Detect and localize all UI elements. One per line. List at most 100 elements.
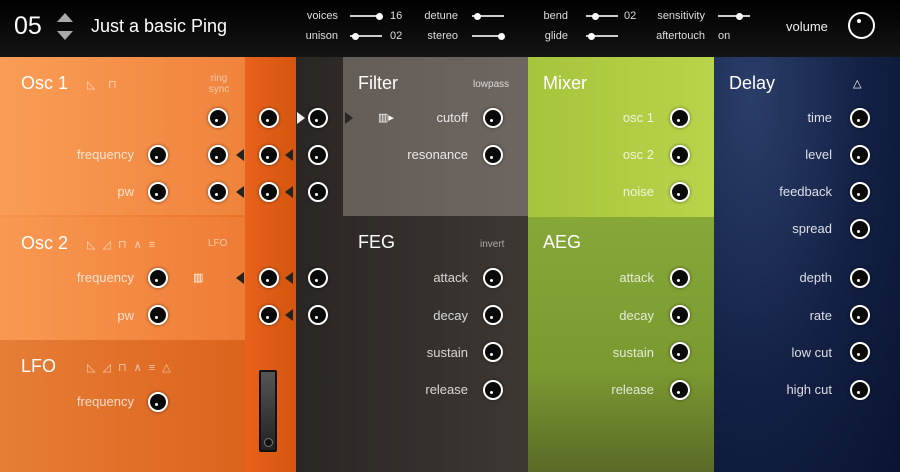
param-stereo-slider[interactable] xyxy=(472,32,505,40)
feg-attack-label: attack xyxy=(433,270,468,285)
param-aftertouch-label: aftertouch xyxy=(656,30,705,42)
mixer-title: Mixer xyxy=(543,73,587,93)
delay-level-knob[interactable] xyxy=(850,145,870,165)
mixer-osc1-knob[interactable] xyxy=(670,108,690,128)
delay-sync-icon[interactable]: △ xyxy=(853,77,863,90)
feg-invert-label[interactable]: invert xyxy=(480,239,504,250)
param-unison-slider[interactable] xyxy=(350,32,382,40)
delay-depth-label: depth xyxy=(799,270,832,285)
filter-mod-3-knob[interactable] xyxy=(308,182,328,202)
volume-knob[interactable] xyxy=(848,12,875,39)
preset-down-icon[interactable] xyxy=(57,31,73,40)
filter-mode-label[interactable]: lowpass xyxy=(473,79,509,90)
delay-rate-label: rate xyxy=(809,308,832,323)
feg-release-knob[interactable] xyxy=(483,380,503,400)
osc2-pw-knob[interactable] xyxy=(148,305,168,325)
param-voices-label: voices xyxy=(306,10,338,22)
feg-release-label: release xyxy=(425,382,468,397)
osc1-mod-pw-a-knob[interactable] xyxy=(208,182,228,202)
param-bend-value: 02 xyxy=(624,10,637,22)
osc1-sync-knob[interactable] xyxy=(259,108,279,128)
param-aftertouch-value[interactable]: on xyxy=(718,30,730,42)
aeg-release-knob[interactable] xyxy=(670,380,690,400)
osc2-lfo-label[interactable]: LFO xyxy=(208,238,227,249)
osc2-mod-pw-b-knob[interactable] xyxy=(308,305,328,325)
delay-low-cut-knob[interactable] xyxy=(850,342,870,362)
delay-high-cut-knob[interactable] xyxy=(850,380,870,400)
volume-label: volume xyxy=(786,19,828,34)
feg-sustain-knob[interactable] xyxy=(483,342,503,362)
param-voices-slider[interactable] xyxy=(350,12,383,20)
feg-decay-label: decay xyxy=(433,308,468,323)
aeg-decay-knob[interactable] xyxy=(670,305,690,325)
param-sensitivity-label: sensitivity xyxy=(657,10,705,22)
osc1-pw-knob[interactable] xyxy=(148,182,168,202)
param-unison-label: unison xyxy=(305,30,338,42)
osc1-title: Osc 1 xyxy=(21,73,69,93)
delay-low-cut-label: low cut xyxy=(791,345,832,360)
preset-name[interactable]: Just a basic Ping xyxy=(91,16,227,37)
arrow-left-icon xyxy=(285,309,293,321)
aeg-attack-knob[interactable] xyxy=(670,268,690,288)
preset-number: 05 xyxy=(14,12,42,40)
lfo-amount-slider[interactable] xyxy=(259,370,277,452)
osc2-mod-pw-knob[interactable] xyxy=(259,305,279,325)
aeg-attack-label: attack xyxy=(619,270,654,285)
osc2-mod-freq-b-knob[interactable] xyxy=(308,268,328,288)
param-stereo-label: stereo xyxy=(427,30,458,42)
aeg-decay-label: decay xyxy=(619,308,654,323)
param-bend-slider[interactable] xyxy=(586,12,618,20)
osc2-wave-icons[interactable]: ◺ ◿ ⊓ ∧ ≡ xyxy=(87,238,157,251)
preset-up-icon[interactable] xyxy=(57,13,73,22)
lfo-frequency-knob[interactable] xyxy=(148,392,168,412)
filter-mod-1-knob[interactable] xyxy=(308,108,328,128)
delay-spread-knob[interactable] xyxy=(850,219,870,239)
osc1-mod-freq-a-knob[interactable] xyxy=(208,145,228,165)
osc2-keyboard-icon[interactable]: ▥ xyxy=(193,271,203,284)
osc1-ring-sync-label[interactable]: ring sync xyxy=(204,73,234,95)
filter-cutoff-knob[interactable] xyxy=(483,108,503,128)
osc2-mod-freq-knob[interactable] xyxy=(259,268,279,288)
param-bend-label: bend xyxy=(543,10,568,22)
feg-attack-knob[interactable] xyxy=(483,268,503,288)
mixer-osc2-knob[interactable] xyxy=(670,145,690,165)
delay-depth-knob[interactable] xyxy=(850,268,870,288)
osc1-ramp-icon[interactable]: ◺ xyxy=(87,78,97,91)
feg-title: FEG xyxy=(358,232,396,252)
arrow-left-icon xyxy=(285,149,293,161)
arrow-left-icon xyxy=(285,186,293,198)
osc1-frequency-label: frequency xyxy=(76,147,134,162)
filter-resonance-knob[interactable] xyxy=(483,145,503,165)
param-detune-label: detune xyxy=(424,10,458,22)
osc2-title: Osc 2 xyxy=(21,233,69,253)
osc1-mod-freq-b-knob[interactable] xyxy=(259,145,279,165)
filter-resonance-label: resonance xyxy=(407,147,468,162)
feg-decay-knob[interactable] xyxy=(483,305,503,325)
aeg-sustain-knob[interactable] xyxy=(670,342,690,362)
osc2-frequency-label: frequency xyxy=(76,270,134,285)
osc1-ring-knob[interactable] xyxy=(208,108,228,128)
osc1-frequency-knob[interactable] xyxy=(148,145,168,165)
delay-feedback-label: feedback xyxy=(779,184,832,199)
param-detune-slider[interactable] xyxy=(472,12,504,20)
filter-title: Filter xyxy=(358,73,398,93)
osc1-pw-label: pw xyxy=(117,184,134,199)
param-sensitivity-slider[interactable] xyxy=(718,12,750,20)
mixer-osc2-label: osc 2 xyxy=(622,147,654,162)
delay-title: Delay xyxy=(729,73,776,93)
delay-time-knob[interactable] xyxy=(850,108,870,128)
osc2-pw-label: pw xyxy=(117,308,134,323)
arrow-left-icon xyxy=(236,186,244,198)
delay-rate-knob[interactable] xyxy=(850,305,870,325)
arrow-left-icon xyxy=(236,272,244,284)
delay-feedback-knob[interactable] xyxy=(850,182,870,202)
lfo-wave-icons[interactable]: ◺ ◿ ⊓ ∧ ≡ △ xyxy=(87,361,173,374)
param-glide-slider[interactable] xyxy=(586,32,618,40)
osc2-frequency-knob[interactable] xyxy=(148,268,168,288)
delay-level-label: level xyxy=(805,147,832,162)
osc1-mod-pw-b-knob[interactable] xyxy=(259,182,279,202)
osc1-square-icon[interactable]: ⊓ xyxy=(108,78,119,91)
filter-mod-2-knob[interactable] xyxy=(308,145,328,165)
mixer-noise-knob[interactable] xyxy=(670,182,690,202)
delay-spread-label: spread xyxy=(792,221,832,236)
